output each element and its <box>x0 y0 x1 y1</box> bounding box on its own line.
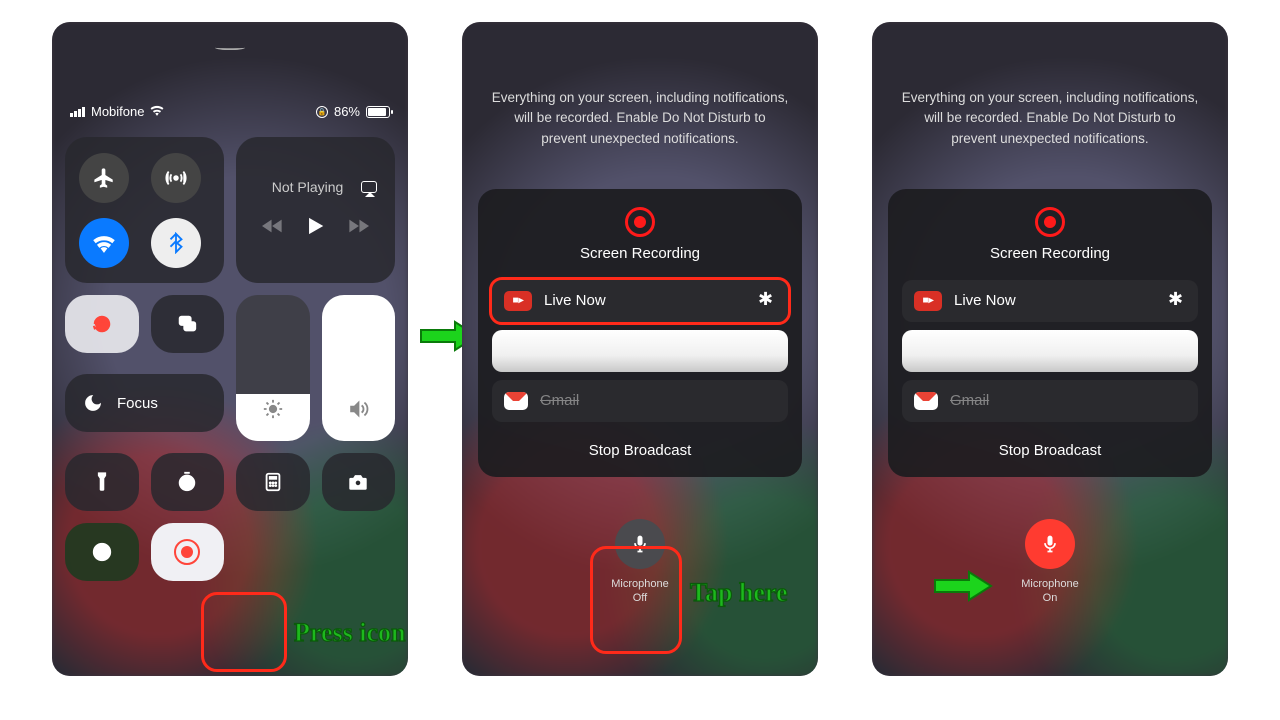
accessibility-tile[interactable] <box>65 523 139 581</box>
status-bar: Mobifone 🔒 86% <box>52 52 408 119</box>
screen-recording-card: Screen Recording ■▸ Live Now Gmail Stop … <box>888 189 1212 477</box>
card-title: Screen Recording <box>902 245 1198 262</box>
battery-percent: 86% <box>334 104 360 119</box>
now-playing-tile[interactable]: Not Playing <box>236 137 395 283</box>
wifi-status-icon <box>150 104 164 119</box>
screen-mirroring-tile[interactable] <box>151 295 225 353</box>
screen-recording-card: Screen Recording ■▸ Live Now Gmail Stop … <box>478 189 802 477</box>
next-track-icon[interactable] <box>348 215 370 242</box>
stop-broadcast-button[interactable]: Stop Broadcast <box>902 430 1198 463</box>
loading-spinner-icon <box>758 292 776 310</box>
recording-info-text: Everything on your screen, including not… <box>872 22 1228 149</box>
cellular-data-toggle[interactable] <box>151 153 201 203</box>
broadcast-app-gmail[interactable]: Gmail <box>492 380 788 422</box>
airplane-mode-toggle[interactable] <box>79 153 129 203</box>
app-name: Gmail <box>540 392 579 409</box>
calculator-tile[interactable] <box>236 453 310 511</box>
live-now-app-icon: ■▸ <box>914 291 942 311</box>
record-indicator-icon <box>625 207 655 237</box>
play-icon[interactable] <box>304 215 326 242</box>
grabber-arrow-icon <box>215 44 245 50</box>
microphone-toggle[interactable] <box>615 519 665 569</box>
phone-screenshot-control-center: Mobifone 🔒 86% <box>52 22 408 676</box>
card-title: Screen Recording <box>492 245 788 262</box>
broadcast-app-blank-row[interactable] <box>902 330 1198 372</box>
broadcast-app-live-now[interactable]: ■▸ Live Now <box>492 280 788 322</box>
brightness-slider[interactable] <box>236 295 310 441</box>
microphone-toggle[interactable] <box>1025 519 1075 569</box>
loading-spinner-icon <box>1168 292 1186 310</box>
control-center-grid: Not Playing Focus <box>52 119 408 599</box>
annotation-arrow-2 <box>932 566 994 611</box>
phone-screenshot-broadcast-picker-mic-on: Everything on your screen, including not… <box>872 22 1228 676</box>
record-icon <box>174 539 200 565</box>
carrier-label: Mobifone <box>91 104 144 119</box>
annotation-text-tap-here: Tap here <box>690 578 788 608</box>
annotation-highlight-record-tile <box>201 592 287 672</box>
annotation-text-press-icon: Press icon <box>294 618 405 648</box>
focus-tile[interactable]: Focus <box>65 374 224 432</box>
wifi-toggle[interactable] <box>79 218 129 268</box>
app-name: Live Now <box>954 292 1016 309</box>
app-name: Gmail <box>950 392 989 409</box>
gmail-app-icon <box>914 392 938 410</box>
cellular-signal-icon <box>70 107 85 117</box>
app-name: Live Now <box>544 292 606 309</box>
microphone-label: MicrophoneOn <box>872 577 1228 606</box>
flashlight-tile[interactable] <box>65 453 139 511</box>
previous-track-icon[interactable] <box>261 215 283 242</box>
volume-slider[interactable] <box>322 295 396 441</box>
screen-record-tile[interactable] <box>151 523 225 581</box>
stop-broadcast-button[interactable]: Stop Broadcast <box>492 430 788 463</box>
phone-screenshot-broadcast-picker-mic-off: Everything on your screen, including not… <box>462 22 818 676</box>
broadcast-app-live-now[interactable]: ■▸ Live Now <box>902 280 1198 322</box>
record-indicator-icon <box>1035 207 1065 237</box>
gmail-app-icon <box>504 392 528 410</box>
broadcast-app-gmail[interactable]: Gmail <box>902 380 1198 422</box>
now-playing-status: Not Playing <box>254 179 361 195</box>
volume-icon <box>347 398 369 425</box>
focus-label: Focus <box>117 395 158 412</box>
camera-tile[interactable] <box>322 453 396 511</box>
battery-icon <box>366 106 390 118</box>
connectivity-tile[interactable] <box>65 137 224 283</box>
bluetooth-toggle[interactable] <box>151 218 201 268</box>
airplay-icon[interactable] <box>361 181 377 193</box>
broadcast-app-blank-row[interactable] <box>492 330 788 372</box>
live-now-app-icon: ■▸ <box>504 291 532 311</box>
orientation-lock-tile[interactable] <box>65 295 139 353</box>
orientation-lock-icon: 🔒 <box>316 106 328 118</box>
timer-tile[interactable] <box>151 453 225 511</box>
recording-info-text: Everything on your screen, including not… <box>462 22 818 149</box>
brightness-icon <box>262 398 284 425</box>
